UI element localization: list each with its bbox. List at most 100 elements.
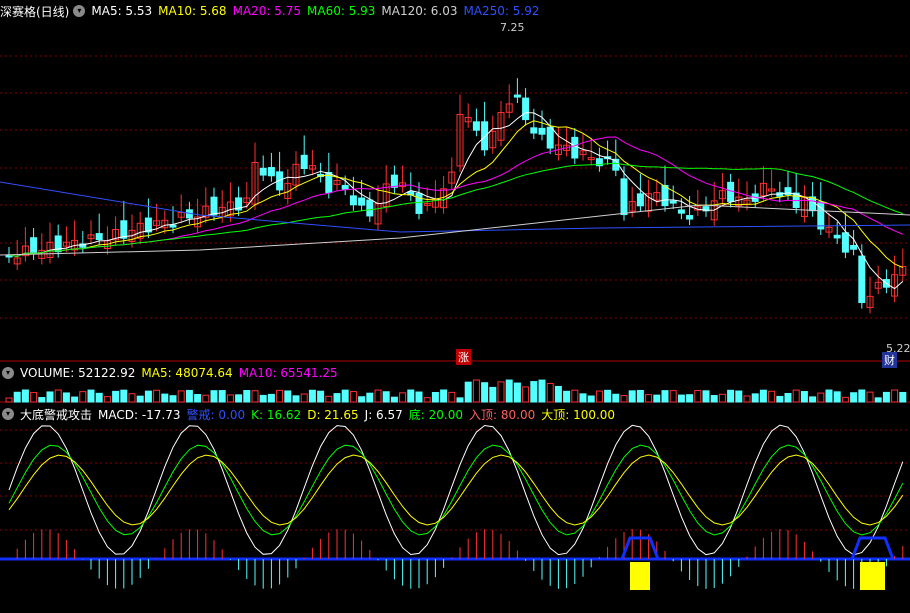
indicator-value-1: 警戒: 0.00: [186, 407, 246, 422]
volume-bar: [153, 389, 161, 403]
candle-body: [472, 121, 480, 131]
volume-bar: [399, 392, 407, 403]
volume-bar: [743, 395, 751, 403]
volume-bar: [817, 392, 825, 403]
indicator-value-4: J: 6.57: [364, 407, 403, 422]
volume-bar: [546, 382, 554, 403]
volume-bar: [440, 389, 448, 403]
volume-bar: [161, 393, 169, 403]
candle-body: [620, 178, 628, 216]
volume-bar: [825, 389, 833, 403]
volume-bar: [513, 382, 521, 403]
volume-bar: [579, 393, 587, 403]
candle-body: [530, 127, 538, 134]
candle-body: [686, 215, 694, 220]
main-indicator-5: MA250: 5.92: [463, 4, 540, 18]
volume-bar: [30, 392, 38, 403]
volume-bar: [120, 389, 128, 403]
volume-bar: [79, 391, 87, 403]
volume-bar: [677, 394, 685, 403]
settings-toggle-icon[interactable]: ▾: [73, 5, 86, 17]
volume-toggle-icon[interactable]: ▾: [2, 367, 14, 379]
volume-bar: [374, 389, 382, 403]
main-panel-header: 深赛格(日线) ▾ MA5: 5.53 MA10: 5.68 MA20: 5.75 M…: [0, 2, 552, 20]
volume-bar: [358, 396, 366, 403]
stock-chart: [0, 55, 910, 590]
volume-bar: [809, 396, 817, 403]
main-indicator-list: MA5: 5.53 MA10: 5.68 MA20: 5.75 MA60: 5.93 M…: [91, 4, 545, 18]
volume-bar: [800, 391, 808, 403]
candle-body: [669, 200, 677, 204]
finance-marker[interactable]: 财: [882, 352, 897, 368]
volume-bar: [415, 391, 423, 403]
volume-bar: [292, 395, 300, 403]
main-indicator-4: MA120: 6.03: [381, 4, 458, 18]
volume-bar: [308, 389, 316, 403]
d-line: [8, 454, 904, 526]
volume-bar: [382, 391, 390, 403]
volume-bar: [128, 393, 136, 403]
volume-bar: [472, 379, 480, 403]
indicator-value-7: 大顶: 100.00: [541, 407, 616, 422]
volume-bar: [341, 389, 349, 403]
volume-bar: [5, 397, 13, 403]
volume-bar: [21, 389, 29, 403]
volume-bar: [653, 394, 661, 403]
candle-body: [841, 232, 849, 253]
volume-bar: [259, 394, 267, 403]
bottom-signal-block: [860, 562, 885, 590]
candle-body: [538, 127, 546, 135]
volume-bar: [276, 389, 284, 403]
volume-bar: [841, 396, 849, 403]
volume-bar: [636, 389, 644, 403]
volume-bar: [858, 389, 866, 403]
volume-bar: [874, 397, 882, 403]
volume-panel-header: ▾ VOLUME: 52122.92 MA5: 48074.64 MA10: 655…: [0, 364, 350, 382]
volume-bar: [645, 394, 653, 403]
volume-bar: [751, 393, 759, 403]
candle-body: [546, 126, 554, 149]
volume-bar: [251, 390, 259, 403]
volume-indicator-0: VOLUME: 52122.92: [20, 366, 136, 380]
high-price-label: 7.25: [500, 21, 525, 34]
volume-bar: [669, 390, 677, 403]
volume-bar: [620, 395, 628, 403]
volume-bar: [612, 393, 620, 403]
candle-body: [95, 233, 103, 240]
volume-bar: [300, 393, 308, 403]
indicator-toggle-icon[interactable]: ▾: [2, 408, 14, 420]
indicator-panel-header: ▾ 大底警戒攻击 MACD: -17.73 警戒: 0.00 K: 16.62 D: …: [0, 405, 627, 423]
candle-body: [210, 196, 218, 216]
volume-bar: [317, 390, 325, 403]
volume-bar: [448, 391, 456, 403]
candle-body: [481, 121, 489, 151]
indicator-value-5: 底: 20.00: [408, 407, 463, 422]
volume-bar: [710, 395, 718, 403]
volume-bar: [210, 390, 218, 403]
ma10-line: [8, 120, 904, 269]
volume-bar: [284, 390, 292, 403]
candle-body: [169, 224, 177, 228]
volume-bar: [267, 393, 275, 403]
limit-up-marker[interactable]: 涨: [456, 349, 471, 365]
volume-bar: [407, 389, 415, 403]
volume-bar: [882, 391, 890, 403]
volume-bar: [464, 381, 472, 403]
candle-body: [267, 167, 275, 177]
candle-body: [522, 97, 530, 121]
candle-body: [858, 255, 866, 304]
volume-bar: [456, 397, 464, 403]
volume-bar: [235, 394, 243, 403]
volume-bar: [628, 390, 636, 403]
indicator-value-6: 入顶: 80.00: [469, 407, 536, 422]
indicator-value-2: K: 16.62: [251, 407, 302, 422]
volume-indicator-2: MA10: 65541.25: [238, 366, 338, 380]
volume-bar: [333, 393, 341, 403]
volume-bar: [71, 396, 79, 403]
volume-bar: [46, 391, 54, 403]
main-indicator-0: MA5: 5.53: [91, 4, 153, 18]
indicator-value-3: D: 21.65: [307, 407, 359, 422]
candle-body: [259, 167, 267, 176]
indicator-value-list: MACD: -17.73 警戒: 0.00 K: 16.62 D: 21.65 J: 6…: [98, 406, 621, 423]
candle-body: [358, 197, 366, 206]
